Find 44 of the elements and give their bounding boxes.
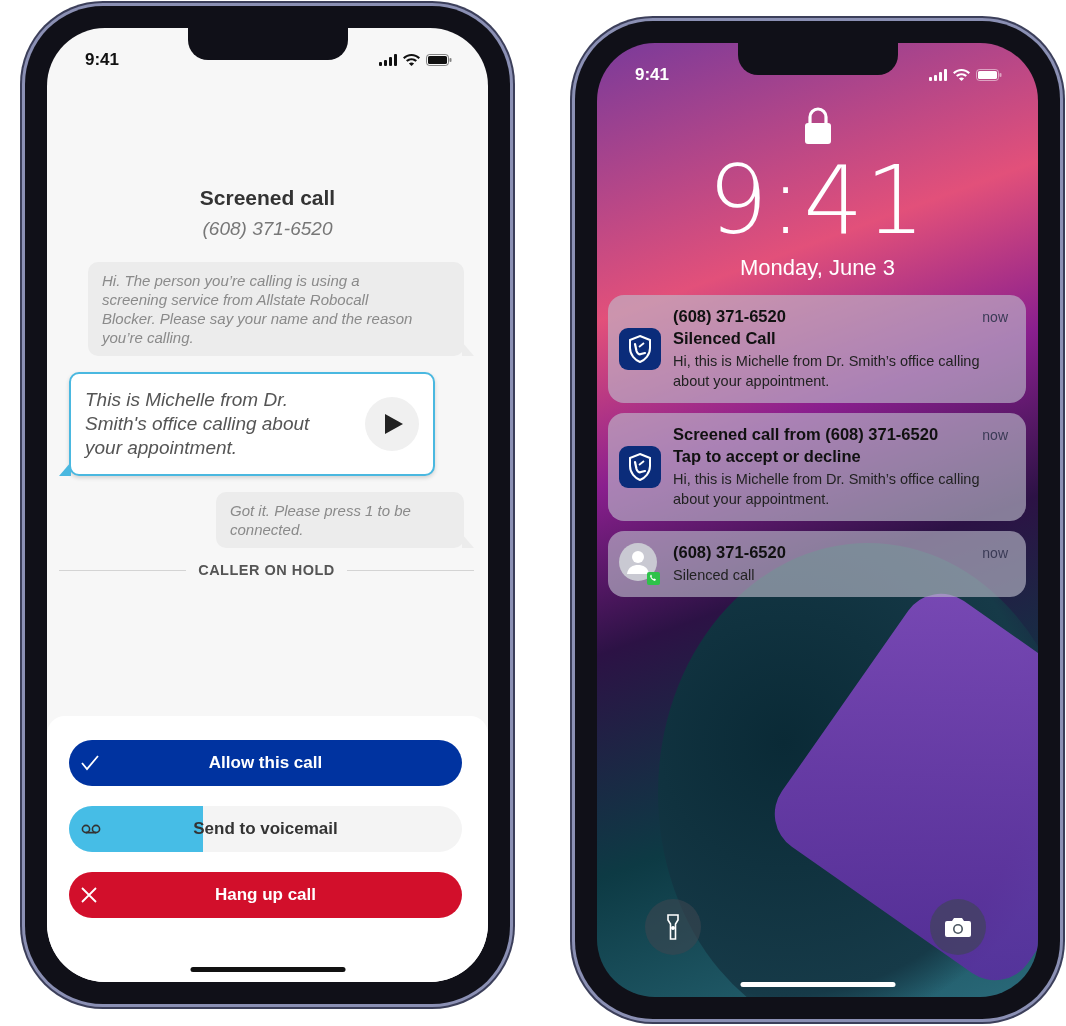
caller-message: This is Michelle from Dr. Smith's office calling about your appointment. (85, 388, 311, 460)
notification-time: now (982, 545, 1008, 561)
checkmark-icon (81, 755, 99, 771)
shield-phone-icon (619, 446, 661, 488)
screening-message: Got it. Please press 1 to be connected. (216, 492, 474, 548)
hold-label: CALLER ON HOLD (198, 562, 335, 578)
signal-icon (379, 54, 397, 66)
notification-title: Screened call from (608) 371-6520 (673, 425, 939, 444)
flashlight-button[interactable] (645, 899, 701, 955)
camera-icon (944, 916, 972, 938)
allow-call-button[interactable]: Allow this call (69, 740, 462, 786)
wifi-icon (953, 69, 970, 81)
notification-subtitle: Tap to accept or decline (673, 447, 862, 466)
notification-title: (608) 371-6520 (673, 307, 786, 326)
status-time: 9:41 (635, 65, 670, 85)
lock-clock: 9:41 (707, 149, 928, 253)
hang-up-button[interactable]: Hang up call (69, 872, 462, 918)
notification-time: now (982, 309, 1008, 325)
status-time: 9:41 (85, 50, 120, 70)
camera-button[interactable] (930, 899, 986, 955)
notification-title: (608) 371-6520 (673, 543, 786, 562)
lock-date: Monday, June 3 (740, 255, 895, 281)
wifi-icon (403, 54, 420, 66)
screen-title: Screened call (198, 186, 337, 210)
contact-avatar-icon (619, 543, 661, 585)
notification-subtitle: Silenced Call (673, 329, 777, 348)
notification[interactable]: Screened call from (608) 371-6520 now Tap to accept or decline Hi, this is Michelle from Dr. Smith’s office calling about your appointment. (608, 413, 1026, 521)
notification-body: Hi, this is Michelle from Dr. Smith’s office calling about your appointment. (673, 352, 981, 391)
notification[interactable]: (608) 371-6520 now Silenced call (608, 531, 1026, 597)
play-icon (385, 414, 403, 434)
voicemail-icon (81, 824, 101, 834)
notification-time: now (982, 427, 1008, 443)
shield-phone-icon (619, 328, 661, 370)
flashlight-icon (667, 914, 679, 940)
battery-icon (976, 69, 1002, 81)
close-icon (81, 887, 97, 903)
notification-body: Silenced call (673, 566, 756, 585)
phone-number: (608) 371-6520 (201, 218, 334, 240)
notification-body: Hi, this is Michelle from Dr. Smith’s office calling about your appointment. (673, 470, 981, 509)
battery-icon (426, 54, 452, 66)
lock-icon (803, 107, 832, 145)
screening-message: Hi. The person you’re calling is using a screening service from Allstate Robocall Blocker. Please say your name and the reason you’re calling. (88, 262, 474, 356)
signal-icon (929, 69, 947, 81)
notification[interactable]: (608) 371-6520 now Silenced Call Hi, this is Michelle from Dr. Smith’s office calling about your appointment. (608, 295, 1026, 403)
